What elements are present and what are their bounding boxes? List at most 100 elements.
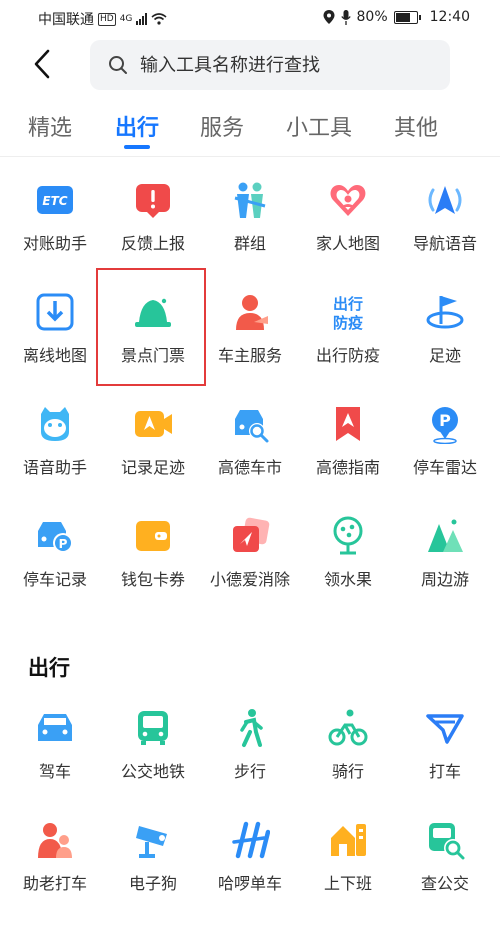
tool-label: 车主服务 (217, 346, 282, 365)
category-tabs: 精选 出行 服务 小工具 其他 (0, 100, 500, 157)
tool-bus-lookup[interactable]: 查公交 (395, 820, 495, 932)
top-bar (0, 36, 500, 92)
search-icon (109, 56, 127, 74)
parking-car-icon: P (38, 522, 73, 553)
hellobike-icon (232, 821, 270, 859)
search-bar[interactable] (90, 40, 450, 90)
tool-speed-camera[interactable]: 电子狗 (103, 820, 203, 932)
tool-label: 领水果 (323, 570, 372, 589)
senior-taxi-icon (38, 823, 72, 858)
tab-tools[interactable]: 小工具 (286, 110, 352, 142)
tool-fruit[interactable]: 领水果 (298, 516, 398, 628)
tool-label: 停车记录 (22, 570, 87, 589)
tool-label: 对账助手 (22, 234, 87, 253)
svg-text:ETC: ETC (42, 194, 67, 208)
family-heart-icon (330, 185, 366, 216)
section-title: 出行 (28, 656, 70, 680)
tab-services[interactable]: 服务 (200, 110, 244, 142)
tool-match-game[interactable]: 小德爱消除 (200, 516, 300, 628)
tab-other[interactable]: 其他 (394, 110, 438, 142)
video-record-icon (135, 411, 172, 437)
tool-label: 上下班 (323, 874, 372, 893)
walk-icon (240, 709, 263, 747)
location-icon (323, 10, 335, 24)
tool-label: 驾车 (38, 762, 71, 781)
tool-hellobike[interactable]: 哈啰单车 (200, 820, 300, 932)
search-input[interactable] (138, 53, 422, 77)
battery-icon (393, 10, 421, 24)
tool-commute[interactable]: 上下班 (298, 820, 398, 932)
tool-label: 足迹 (428, 346, 461, 365)
tool-transit[interactable]: 公交地铁 (103, 708, 203, 820)
tool-record-footprint[interactable]: 记录足迹 (103, 404, 203, 516)
tool-label: 高德指南 (315, 458, 380, 477)
car-search-icon (235, 410, 269, 443)
commute-icon (331, 824, 366, 856)
hd-badge: HD (98, 12, 116, 26)
epidemic-text-icon: 出行防疫 (333, 295, 363, 332)
tool-label: 家人地图 (315, 234, 380, 253)
tool-reconciliation[interactable]: ETC 对账助手 (5, 180, 105, 292)
game-cards-icon (233, 517, 270, 552)
svg-text:P: P (59, 537, 68, 551)
tool-label: 周边游 (420, 570, 469, 589)
tool-travel-epidemic[interactable]: 出行 防疫 出行防疫 (298, 292, 398, 404)
tool-voice-assistant[interactable]: 语音助手 (5, 404, 105, 516)
navigation-voice-icon (428, 186, 462, 214)
tool-nearby-trips[interactable]: 周边游 (395, 516, 495, 628)
tool-nav-voice[interactable]: 导航语音 (395, 180, 495, 292)
tool-senior-taxi[interactable]: 助老打车 (5, 820, 105, 932)
taxi-arrow-icon (426, 714, 464, 744)
tool-label: 电子狗 (128, 874, 177, 893)
svg-text:防疫: 防疫 (333, 314, 363, 332)
svg-text:P: P (439, 411, 451, 430)
wifi-icon (151, 13, 167, 25)
fruit-tree-icon (333, 516, 363, 555)
tool-car-owner[interactable]: 车主服务 (200, 292, 300, 404)
signal-icon (136, 13, 148, 25)
tool-guide[interactable]: 高德指南 (298, 404, 398, 516)
tool-car-market[interactable]: 高德车市 (200, 404, 300, 516)
parking-pin-icon: P (432, 407, 458, 444)
tool-label: 公交地铁 (120, 762, 185, 781)
bus-search-icon (429, 823, 465, 860)
tool-label: 语音助手 (22, 458, 87, 477)
car-owner-icon (236, 295, 268, 330)
tool-label: 停车雷达 (412, 458, 477, 477)
tool-wallet-coupons[interactable]: 钱包卡券 (103, 516, 203, 628)
tool-label: 助老打车 (22, 874, 87, 893)
tool-family-map[interactable]: 家人地图 (298, 180, 398, 292)
selection-highlight (96, 268, 206, 386)
carrier-label: 中国联通 (38, 12, 94, 28)
mountains-icon (428, 519, 463, 552)
back-button[interactable] (28, 48, 58, 80)
footprint-flag-icon (426, 296, 464, 329)
clock: 12:40 (429, 9, 470, 25)
tool-walk[interactable]: 步行 (200, 708, 300, 820)
status-bar: 中国联通 HD 4G 80% 12:40 (0, 0, 500, 36)
tab-featured[interactable]: 精选 (28, 110, 72, 142)
microphone-icon (340, 9, 351, 25)
bicycle-icon (328, 709, 368, 746)
tool-parking-record[interactable]: P 停车记录 (5, 516, 105, 628)
tool-label: 钱包卡券 (120, 570, 185, 589)
tool-ride[interactable]: 骑行 (298, 708, 398, 820)
tab-travel[interactable]: 出行 (115, 110, 159, 142)
tool-footprint[interactable]: 足迹 (395, 292, 495, 404)
guide-bookmark-icon (336, 407, 360, 441)
active-tab-indicator (124, 145, 150, 149)
car-icon (38, 714, 72, 741)
tool-label: 步行 (233, 762, 266, 781)
tool-parking-radar[interactable]: P 停车雷达 (395, 404, 495, 516)
battery-percent: 80% (356, 9, 388, 25)
tool-taxi[interactable]: 打车 (395, 708, 495, 820)
tool-label: 群组 (233, 234, 266, 253)
tool-label: 反馈上报 (120, 234, 185, 253)
tool-label: 导航语音 (412, 234, 477, 253)
tool-offline-map[interactable]: 离线地图 (5, 292, 105, 404)
tool-drive[interactable]: 驾车 (5, 708, 105, 820)
tool-label: 记录足迹 (120, 458, 185, 477)
tool-group[interactable]: 群组 (200, 180, 300, 292)
alert-icon (136, 184, 170, 218)
tool-label: 骑行 (331, 762, 364, 781)
